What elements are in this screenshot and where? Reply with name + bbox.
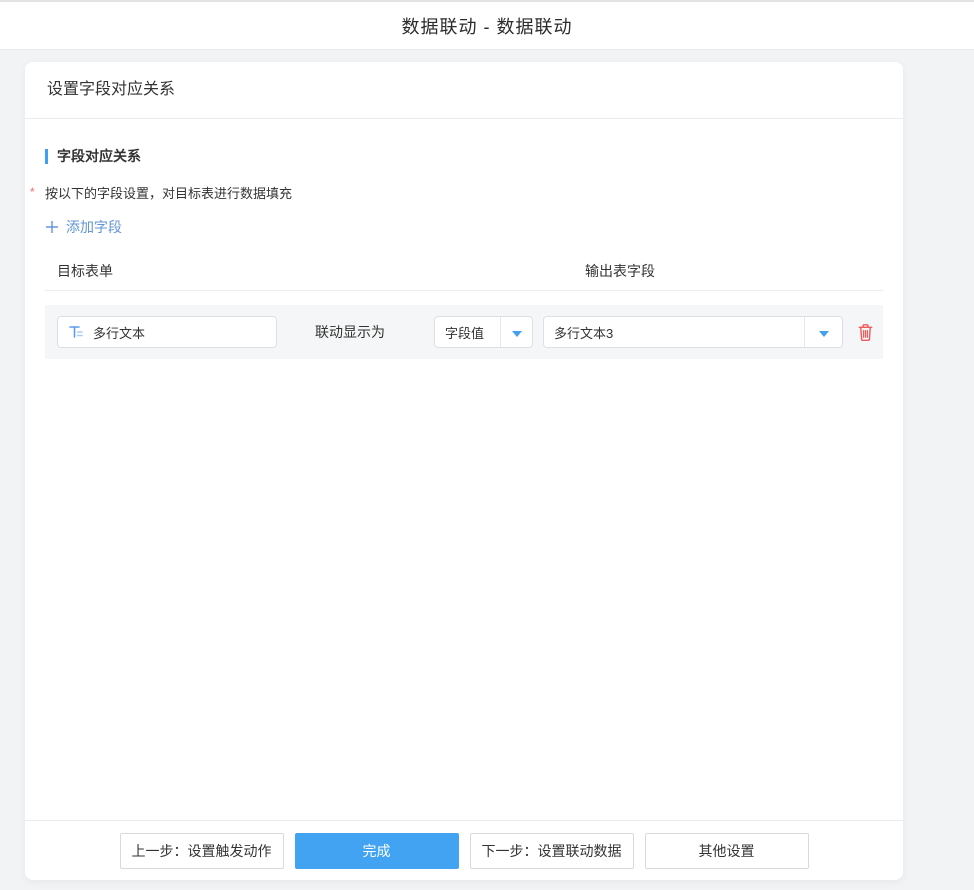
required-asterisk: *	[30, 183, 45, 199]
plus-icon	[45, 220, 59, 234]
other-settings-button[interactable]: 其他设置	[645, 833, 809, 869]
output-field-dropdown[interactable]: 多行文本3	[543, 316, 843, 348]
dialog-header: 数据联动 - 数据联动	[0, 0, 974, 50]
footer-actions: 上一步：设置触发动作 完成 下一步：设置联动数据 其他设置	[25, 820, 903, 880]
trash-icon[interactable]	[856, 321, 875, 343]
caret-down-icon	[804, 317, 842, 347]
section-title: 字段对应关系	[57, 146, 141, 166]
relation-label: 联动显示为	[315, 322, 385, 342]
card-title: 设置字段对应关系	[25, 62, 903, 119]
section-description: * 按以下的字段设置，对目标表进行数据填充	[30, 183, 883, 202]
next-step-button[interactable]: 下一步：设置联动数据	[470, 833, 634, 869]
column-target-form: 目标表单	[57, 261, 113, 281]
output-field-value: 多行文本3	[544, 323, 804, 342]
settings-card: 设置字段对应关系 字段对应关系 * 按以下的字段设置，对目标表进行数据填充 添加…	[25, 62, 903, 880]
section-header: 字段对应关系	[45, 147, 883, 165]
finish-button[interactable]: 完成	[295, 833, 459, 869]
column-output-field: 输出表字段	[585, 261, 655, 281]
column-headers: 目标表单 输出表字段	[45, 261, 883, 280]
target-field-select[interactable]: 多行文本	[57, 316, 277, 348]
prev-step-button[interactable]: 上一步：设置触发动作	[120, 833, 284, 869]
accent-bar	[45, 149, 48, 164]
description-text: 按以下的字段设置，对目标表进行数据填充	[45, 183, 292, 202]
page-title: 数据联动 - 数据联动	[402, 13, 573, 39]
header-divider	[45, 290, 883, 291]
caret-down-icon	[500, 317, 532, 347]
display-type-value: 字段值	[435, 323, 500, 342]
add-field-label: 添加字段	[66, 217, 122, 237]
target-field-value: 多行文本	[93, 323, 145, 342]
mapping-row: 多行文本 联动显示为 字段值 多行文本3	[45, 305, 883, 359]
card-body: 字段对应关系 * 按以下的字段设置，对目标表进行数据填充 添加字段 目标表单 输…	[25, 119, 903, 820]
add-field-button[interactable]: 添加字段	[45, 217, 122, 237]
multiline-text-icon	[68, 324, 84, 340]
display-type-dropdown[interactable]: 字段值	[434, 316, 533, 348]
